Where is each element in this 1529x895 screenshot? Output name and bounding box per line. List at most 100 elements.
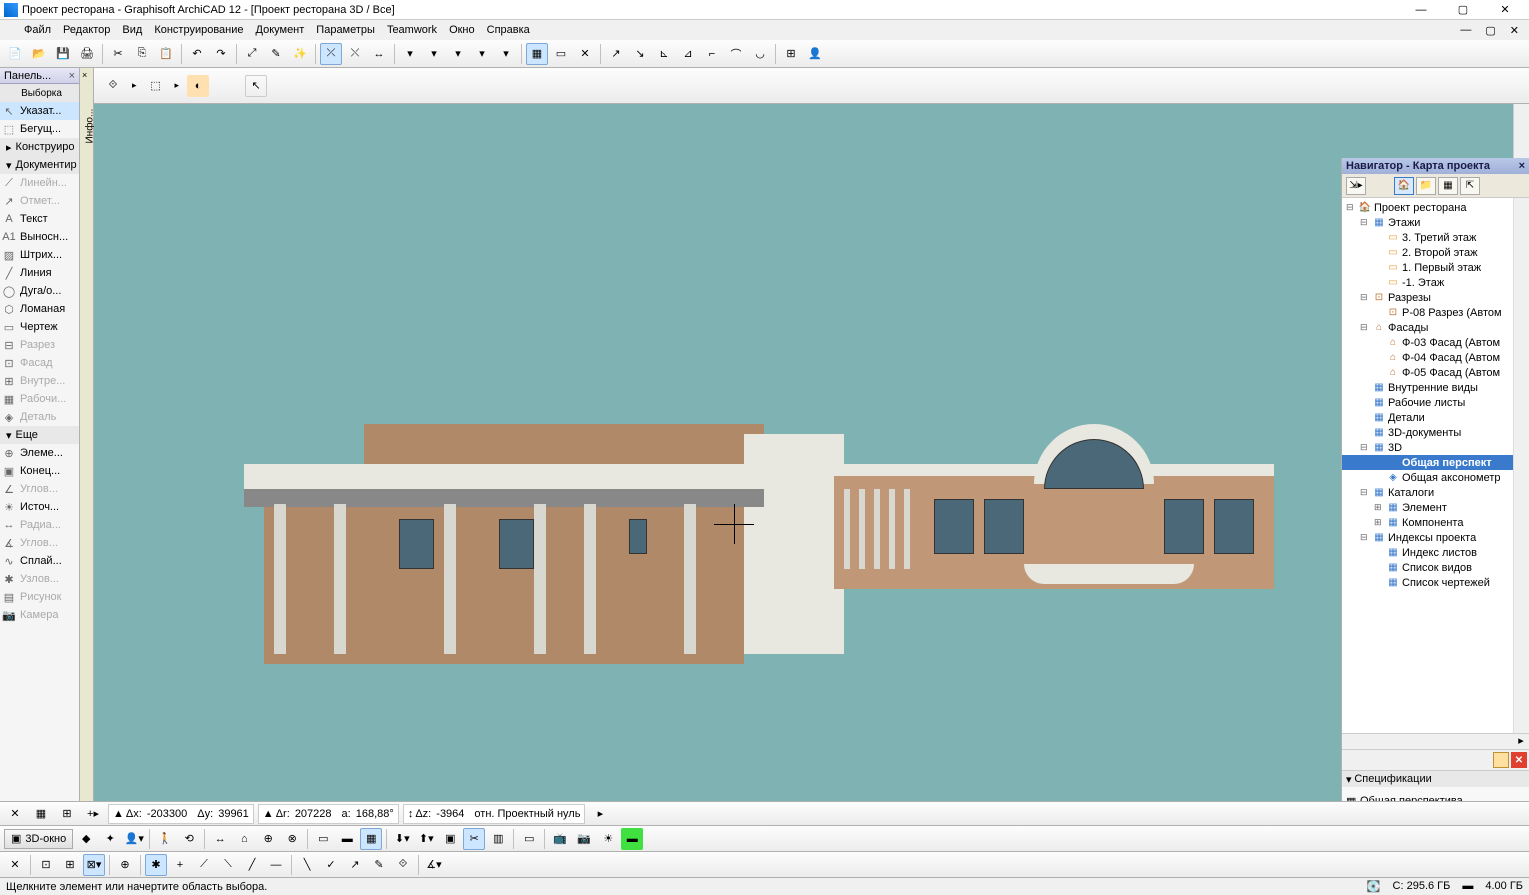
ib3-icon[interactable]: ◐ [187, 75, 209, 97]
mdi-maximize[interactable]: ▢ [1479, 24, 1501, 37]
m14-icon[interactable]: ⬆▾ [415, 828, 437, 850]
tool-[interactable]: ▦Рабочи... [0, 390, 79, 408]
tree-node[interactable]: ⌂Ф-03 Фасад (Автом [1342, 335, 1513, 350]
tree-node[interactable]: ◈Общая аксонометр [1342, 470, 1513, 485]
redo-icon[interactable]: ↷ [210, 43, 232, 65]
m12-icon[interactable]: ▦ [360, 828, 382, 850]
section-more[interactable]: ▾Еще [0, 426, 79, 444]
open-icon[interactable]: 📂 [28, 43, 50, 65]
tree-node[interactable]: ▦Рабочие листы [1342, 395, 1513, 410]
expand-icon[interactable]: ⊟ [1360, 442, 1370, 453]
tree-node[interactable]: ⊟▦Индексы проекта [1342, 530, 1513, 545]
menu-редактор[interactable]: Редактор [57, 22, 116, 38]
minimize-button[interactable]: — [1401, 1, 1441, 19]
m8-icon[interactable]: ⊕ [257, 828, 279, 850]
nav-tab-layouts-icon[interactable]: ▦ [1438, 177, 1458, 195]
e3-icon[interactable]: ⊞ [59, 854, 81, 876]
e5-icon[interactable]: ⊕ [114, 854, 136, 876]
undo-icon[interactable]: ↶ [186, 43, 208, 65]
tree-node[interactable]: ⊟▦Каталоги [1342, 485, 1513, 500]
new-icon[interactable]: 📄 [4, 43, 26, 65]
tool-[interactable]: ☀Источ... [0, 498, 79, 516]
m19-icon[interactable]: 📺 [549, 828, 571, 850]
tree-node[interactable]: ⊞▦Компонента [1342, 515, 1513, 530]
cb2-icon[interactable]: ▦ [30, 803, 52, 825]
m21-icon[interactable]: ☀ [597, 828, 619, 850]
m22-icon[interactable]: ▬ [621, 828, 643, 850]
tool-[interactable]: 📷Камера [0, 606, 79, 624]
tool-[interactable]: ↖Указат... [0, 102, 79, 120]
menu-teamwork[interactable]: Teamwork [381, 22, 443, 38]
e10-icon[interactable]: ╱ [241, 854, 263, 876]
3d-window-button[interactable]: ▣3D-окно [4, 829, 73, 849]
cb5-icon[interactable]: ▸ [589, 803, 611, 825]
m2-icon[interactable]: ✦ [99, 828, 121, 850]
tree-node[interactable]: ⊟▦Этажи [1342, 215, 1513, 230]
e6-icon[interactable]: ✱ [145, 854, 167, 876]
adjust-icon[interactable]: ↔ [368, 43, 390, 65]
maximize-button[interactable]: ▢ [1443, 1, 1483, 19]
mdi-minimize[interactable]: — [1454, 24, 1477, 37]
ib-arrow-icon[interactable]: ↖ [245, 75, 267, 97]
grid-icon[interactable]: ▦ [526, 43, 548, 65]
a11-icon[interactable]: ⊿ [677, 43, 699, 65]
menu-справка[interactable]: Справка [481, 22, 536, 38]
tree-node[interactable]: ▭-1. Этаж [1342, 275, 1513, 290]
tree-node[interactable]: ⌂Ф-04 Фасад (Автом [1342, 350, 1513, 365]
m9-icon[interactable]: ⊗ [281, 828, 303, 850]
info-close-icon[interactable]: × [82, 70, 87, 80]
tool-[interactable]: ⊡Фасад [0, 354, 79, 372]
tree-node[interactable]: ▭1. Первый этаж [1342, 260, 1513, 275]
mdi-close[interactable]: ✕ [1504, 24, 1525, 37]
menu-параметры[interactable]: Параметры [310, 22, 381, 38]
expand-icon[interactable]: ⊞ [1374, 517, 1384, 528]
paste-icon[interactable]: 📋 [155, 43, 177, 65]
menu-конструирование[interactable]: Конструирование [148, 22, 249, 38]
tool-[interactable]: ⬚Бегущ... [0, 120, 79, 138]
a15-icon[interactable]: ⊞ [780, 43, 802, 65]
wand-icon[interactable]: ✨ [289, 43, 311, 65]
pick-icon[interactable]: ⤢ [241, 43, 263, 65]
e2-icon[interactable]: ⊡ [35, 854, 57, 876]
tool-[interactable]: ⊟Разрез [0, 336, 79, 354]
expand-icon[interactable]: ⊟ [1360, 217, 1370, 228]
menu-документ[interactable]: Документ [250, 22, 311, 38]
navigator-tree[interactable]: ⊟🏠Проект ресторана⊟▦Этажи▭3. Третий этаж… [1342, 198, 1529, 733]
e7-icon[interactable]: + [169, 854, 191, 876]
tree-node[interactable]: ⊟🏠Проект ресторана [1342, 200, 1513, 215]
a9-icon[interactable]: ↘ [629, 43, 651, 65]
m4-icon[interactable]: 🚶 [154, 828, 176, 850]
m1-icon[interactable]: ◆ [75, 828, 97, 850]
layer5-icon[interactable]: ▾ [495, 43, 517, 65]
tree-node[interactable]: ⊟⊡Разрезы [1342, 290, 1513, 305]
section-document[interactable]: ▾Документир [0, 156, 79, 174]
trim-icon[interactable]: ⤫ [320, 43, 342, 65]
tool-[interactable]: ▤Рисунок [0, 588, 79, 606]
e16-icon[interactable]: ⟐ [392, 854, 414, 876]
tree-node[interactable]: ▭3. Третий этаж [1342, 230, 1513, 245]
tree-scroll-right[interactable]: ▸ [1513, 734, 1529, 749]
layer1-icon[interactable]: ▾ [399, 43, 421, 65]
expand-icon[interactable]: ⊟ [1346, 202, 1356, 213]
a10-icon[interactable]: ⊾ [653, 43, 675, 65]
layer2-icon[interactable]: ▾ [423, 43, 445, 65]
e13-icon[interactable]: ✓ [320, 854, 342, 876]
e12-icon[interactable]: ╲ [296, 854, 318, 876]
dropper-icon[interactable]: ✎ [265, 43, 287, 65]
a6-icon[interactable]: ▭ [550, 43, 572, 65]
tool-[interactable]: ◯Дуга/о... [0, 282, 79, 300]
m6-icon[interactable]: ↔ [209, 828, 231, 850]
tree-node[interactable]: ⊟⌂Фасады [1342, 320, 1513, 335]
cb1-icon[interactable]: ✕ [4, 803, 26, 825]
layer3-icon[interactable]: ▾ [447, 43, 469, 65]
tool-[interactable]: ↗Отмет... [0, 192, 79, 210]
nav-mode-icon[interactable]: ⇲▸ [1346, 177, 1366, 195]
m18-icon[interactable]: ▭ [518, 828, 540, 850]
spec-header[interactable]: ▾ Спецификации [1342, 771, 1529, 787]
tool-[interactable]: ⊞Внутре... [0, 372, 79, 390]
tool-[interactable]: ∠Углов... [0, 480, 79, 498]
tool-[interactable]: ▨Штрих... [0, 246, 79, 264]
menu-окно[interactable]: Окно [443, 22, 481, 38]
e1-icon[interactable]: ✕ [4, 854, 26, 876]
tree-node[interactable]: ⌂Ф-05 Фасад (Автом [1342, 365, 1513, 380]
